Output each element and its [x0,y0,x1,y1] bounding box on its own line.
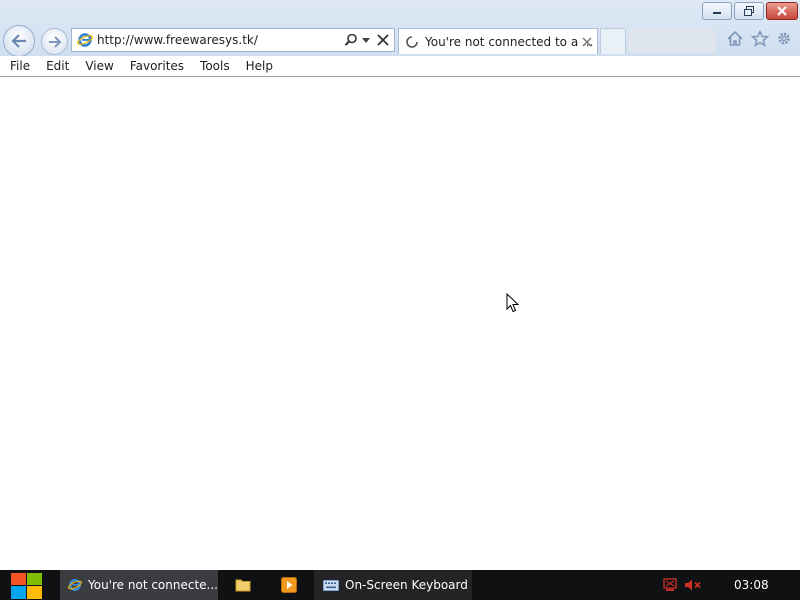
media-player-icon[interactable] [281,577,297,593]
spinner-icon [406,36,418,48]
taskbar-ie-label: You're not connecte... [88,578,218,592]
close-tab-icon[interactable] [582,37,592,47]
taskbar-keyboard-label: On-Screen Keyboard [345,578,468,592]
taskbar-keyboard-task[interactable]: On-Screen Keyboard [314,570,472,600]
tab-title: You're not connected to a ... [425,35,594,49]
forward-icon [48,35,61,48]
taskbar-ie-task[interactable]: You're not connecte... [60,570,218,600]
close-icon [777,6,787,16]
forward-button[interactable] [41,28,68,55]
back-icon [11,34,26,48]
tab-strip-empty [628,29,716,53]
mouse-cursor-icon [506,293,520,313]
home-icon[interactable] [726,30,744,47]
file-explorer-icon[interactable] [235,577,251,592]
minimize-button[interactable] [702,2,732,20]
menu-view[interactable]: View [75,59,113,73]
tools-gear-icon[interactable] [775,30,793,47]
search-icon[interactable] [344,33,358,47]
favorites-star-icon[interactable] [751,30,769,47]
menu-favorites[interactable]: Favorites [120,59,184,73]
menu-bar: File Edit View Favorites Tools Help [0,56,800,77]
ie-taskbar-icon [68,579,82,591]
menu-help[interactable]: Help [236,59,273,73]
minimize-icon [713,12,721,14]
window-controls [702,2,798,21]
volume-muted-icon[interactable] [684,578,702,592]
address-bar[interactable]: http://www.freewaresys.tk/ [71,28,395,52]
start-button[interactable] [8,572,44,600]
restore-icon [744,6,754,16]
ie-icon [77,33,93,47]
menu-edit[interactable]: Edit [36,59,69,73]
browser-chrome: http://www.freewaresys.tk/ You're not co… [0,0,800,57]
taskbar: You're not connecte... On-Screen Keyboar… [0,570,800,600]
network-icon[interactable] [663,578,677,592]
tab-current[interactable]: You're not connected to a ... [398,28,598,54]
stop-icon[interactable] [377,34,389,46]
keyboard-icon [323,579,339,591]
address-url: http://www.freewaresys.tk/ [97,33,258,47]
close-button[interactable] [766,2,798,20]
page-content[interactable] [0,77,800,570]
back-button[interactable] [3,25,35,57]
menu-file[interactable]: File [0,59,30,73]
dropdown-icon[interactable] [362,38,370,43]
restore-button[interactable] [734,2,764,20]
menu-tools[interactable]: Tools [190,59,230,73]
clock[interactable]: 03:08 [734,578,769,592]
new-tab-button[interactable] [600,28,626,54]
